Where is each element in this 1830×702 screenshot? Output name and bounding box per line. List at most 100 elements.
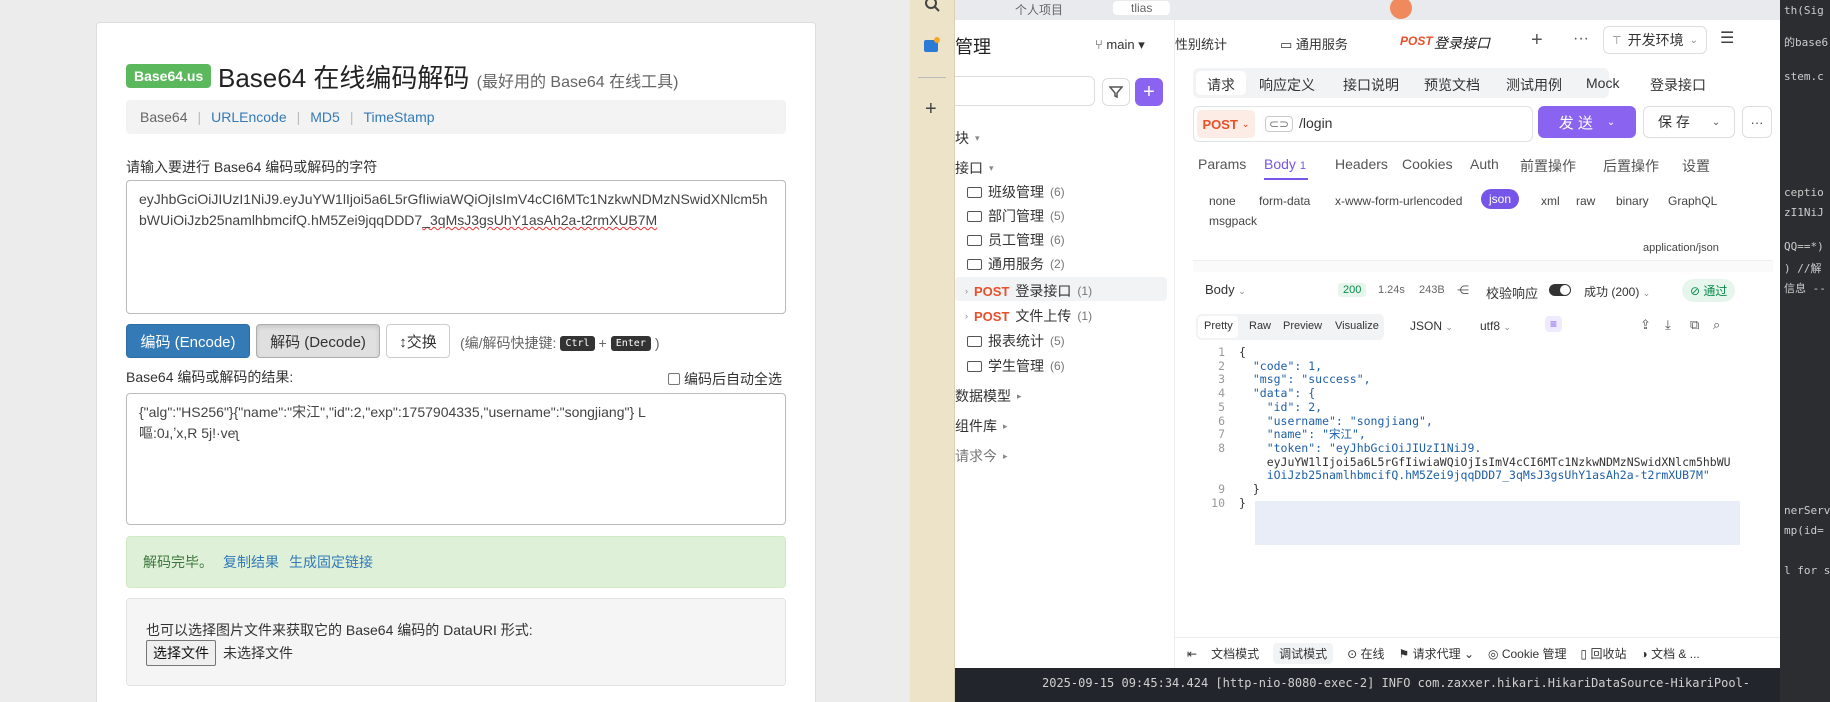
- success-selector[interactable]: 成功 (200) ⌄: [1584, 283, 1650, 300]
- body-type-msgpack[interactable]: msgpack: [1209, 214, 1257, 228]
- new-item-button[interactable]: +: [1135, 78, 1163, 106]
- tree-module[interactable]: 块 ▾: [955, 128, 980, 148]
- nav-md5[interactable]: MD5: [310, 109, 340, 125]
- avatar[interactable]: [1390, 0, 1412, 19]
- sub-tab-preview[interactable]: 预览文档: [1424, 75, 1480, 95]
- save-button[interactable]: 保 存 ⌄: [1643, 106, 1735, 138]
- body-type-urlencoded[interactable]: x-www-form-urlencoded: [1335, 194, 1462, 208]
- menu-icon[interactable]: ☰: [1720, 28, 1734, 48]
- branch-selector[interactable]: ⑂ main ▾: [1095, 37, 1145, 53]
- download-icon[interactable]: ⤓: [1665, 317, 1671, 333]
- response-body-selector[interactable]: Body ⌄: [1205, 282, 1246, 297]
- tree-folder[interactable]: 通用服务 (2): [967, 254, 1065, 274]
- param-tab-params[interactable]: Params: [1198, 156, 1246, 172]
- view-tab-preview[interactable]: Preview: [1283, 320, 1322, 332]
- link-icon[interactable]: ⊂⊃: [1265, 116, 1294, 132]
- recycle-bin[interactable]: ▯ 回收站: [1581, 645, 1627, 662]
- online-status[interactable]: ⊙ 在线: [1347, 645, 1384, 662]
- checkbox-box[interactable]: [668, 373, 680, 385]
- decode-button[interactable]: 解码 (Decode): [256, 324, 380, 358]
- project-icon[interactable]: [923, 36, 941, 54]
- sub-tab-mock[interactable]: Mock: [1586, 75, 1619, 91]
- tab-gender-stats[interactable]: 性别统计: [1175, 34, 1227, 53]
- tree-folder[interactable]: 员工管理 (6): [967, 230, 1065, 250]
- validate-toggle[interactable]: [1549, 284, 1571, 296]
- url-input[interactable]: /login: [1299, 115, 1332, 131]
- tree-interfaces[interactable]: 接口 ▾: [955, 158, 994, 178]
- tree-endpoint-upload[interactable]: › POST 文件上传 (1): [965, 306, 1092, 326]
- view-tab-raw[interactable]: Raw: [1249, 320, 1271, 332]
- code-line: 2 "code": 1,: [1205, 359, 1322, 373]
- search-response-icon[interactable]: ⌕: [1713, 317, 1720, 333]
- encoding-label: utf8: [1480, 319, 1501, 333]
- nav-urlencode[interactable]: URLEncode: [211, 109, 287, 125]
- param-tab-headers[interactable]: Headers: [1335, 156, 1388, 172]
- tree-folder[interactable]: 班级管理 (6): [967, 182, 1065, 202]
- body-type-form-data[interactable]: form-data: [1259, 194, 1310, 208]
- input-textarea[interactable]: eyJhbGciOiJIUzI1NiJ9.eyJuYW1lIjoi5a6L5rG…: [126, 180, 786, 314]
- tab-login[interactable]: POST 登录接口: [1400, 26, 1507, 58]
- param-tab-settings[interactable]: 设置: [1682, 156, 1710, 176]
- param-tab-cookies[interactable]: Cookies: [1402, 156, 1453, 172]
- encoding-selector[interactable]: utf8 ⌄: [1480, 319, 1511, 333]
- method-selector[interactable]: POST ⌄: [1197, 110, 1255, 138]
- share-icon[interactable]: ⋲: [1457, 283, 1469, 297]
- tree-folder[interactable]: 学生管理 (6): [967, 356, 1065, 376]
- view-tab-visualize[interactable]: Visualize: [1335, 320, 1379, 332]
- sub-tab-response[interactable]: 响应定义: [1259, 75, 1315, 95]
- sidebar-search-input[interactable]: [955, 76, 1095, 106]
- nav-timestamp[interactable]: TimeStamp: [363, 109, 434, 125]
- auto-select-checkbox[interactable]: 编码后自动全选: [668, 369, 782, 389]
- environment-selector[interactable]: ⊤ 开发环境 ⌄: [1603, 26, 1707, 54]
- cookie-manager[interactable]: ◎ Cookie 管理: [1488, 645, 1567, 662]
- param-tab-auth[interactable]: Auth: [1470, 156, 1499, 172]
- swap-button[interactable]: ↕交换: [386, 324, 450, 358]
- sub-tab-testcases[interactable]: 测试用例: [1506, 75, 1562, 95]
- body-type-binary[interactable]: binary: [1616, 194, 1649, 208]
- tree-data-models[interactable]: 数据模型 ▸: [955, 386, 1022, 406]
- format-selector[interactable]: JSON ⌄: [1410, 319, 1453, 333]
- tree-folder[interactable]: 报表统计 (5): [967, 331, 1065, 351]
- tree-requests[interactable]: 请求今 ▸: [955, 446, 1008, 466]
- tree-endpoint-login[interactable]: › POST 登录接口 (1): [965, 281, 1092, 301]
- more-icon[interactable]: ···: [1573, 30, 1589, 48]
- filter-icon[interactable]: [1102, 78, 1130, 106]
- upload-icon[interactable]: ⇪: [1640, 317, 1651, 333]
- tab-common-service[interactable]: ▭ 通用服务: [1280, 34, 1348, 53]
- encode-button[interactable]: 编码 (Encode): [126, 324, 250, 358]
- search-icon[interactable]: [923, 0, 941, 14]
- response-json-viewer[interactable]: 1{2 "code": 1, 3 "msg": "success", 4 "data…: [1205, 345, 1745, 545]
- collapse-icon[interactable]: ⇤: [1187, 647, 1197, 661]
- add-icon[interactable]: +: [925, 98, 937, 121]
- sub-tab-description[interactable]: 接口说明: [1343, 75, 1399, 95]
- send-button[interactable]: 发 送 ⌄: [1538, 106, 1636, 138]
- add-tab-icon[interactable]: +: [1531, 29, 1543, 52]
- param-tab-post[interactable]: 后置操作: [1603, 156, 1659, 176]
- view-tab-pretty[interactable]: Pretty: [1204, 320, 1233, 332]
- param-tab-pre[interactable]: 前置操作: [1520, 156, 1576, 176]
- body-type-graphql[interactable]: GraphQL: [1668, 194, 1717, 208]
- body-type-xml[interactable]: xml: [1541, 194, 1560, 208]
- panel-splitter[interactable]: [1193, 260, 1773, 272]
- proxy-selector[interactable]: ⚑ 请求代理 ⌄: [1399, 645, 1475, 662]
- debug-mode-button[interactable]: 调试模式: [1273, 643, 1334, 664]
- tree-folder[interactable]: 部门管理 (5): [967, 206, 1065, 226]
- sub-tab-request[interactable]: 请求: [1207, 75, 1235, 95]
- wrap-icon[interactable]: ≡: [1545, 316, 1563, 332]
- body-type-json[interactable]: json: [1481, 189, 1520, 209]
- brand-logo[interactable]: Base64.us: [126, 64, 212, 88]
- copy-icon[interactable]: ⧉: [1690, 317, 1699, 333]
- doc-mode-button[interactable]: 文档模式: [1211, 645, 1259, 662]
- top-tab-personal[interactable]: 个人项目: [1015, 1, 1063, 18]
- output-textarea[interactable]: {"alg":"HS256"}{"name":"宋江","id":2,"exp"…: [126, 393, 786, 525]
- tree-components[interactable]: 组件库 ▸: [955, 416, 1008, 436]
- fixed-link-link[interactable]: 生成固定链接: [289, 552, 373, 572]
- copy-result-link[interactable]: 复制结果: [223, 552, 279, 572]
- more-actions-icon[interactable]: ···: [1742, 106, 1772, 138]
- body-type-none[interactable]: none: [1209, 194, 1236, 208]
- docs-link[interactable]: ◑ 文档 & ...: [1640, 645, 1699, 662]
- choose-file-button[interactable]: 选择文件: [146, 640, 216, 666]
- body-type-raw[interactable]: raw: [1576, 194, 1595, 208]
- param-tab-body[interactable]: Body 1: [1264, 156, 1306, 172]
- top-tab-tlias[interactable]: tlias: [1113, 1, 1171, 15]
